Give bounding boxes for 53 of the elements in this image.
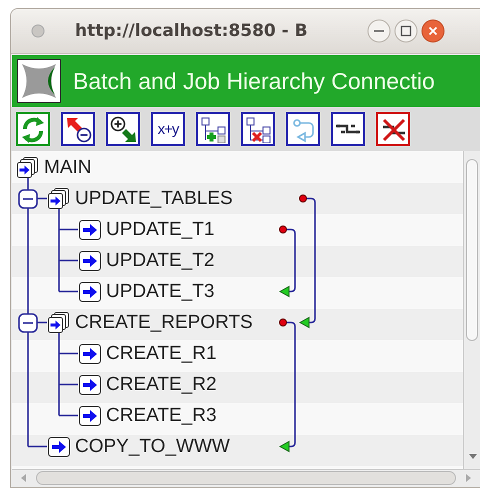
scrollbar-thumb[interactable] [466, 159, 478, 341]
delete-node-button[interactable] [241, 112, 275, 146]
arrow-box-icon [78, 404, 102, 426]
maximize-button[interactable] [394, 19, 418, 43]
plus-arrow-icon [109, 115, 137, 143]
app-title: Batch and Job Hierarchy Connectio [73, 68, 435, 94]
close-button[interactable] [421, 19, 445, 43]
arrow-box-icon [78, 342, 102, 364]
tree-item[interactable]: COPY_TO_WWW [75, 436, 230, 458]
tree-item[interactable]: UPDATE_TABLES [75, 188, 233, 210]
tree-item[interactable]: UPDATE_T2 [106, 250, 214, 272]
arrow-box-icon [78, 280, 102, 302]
arrow-box-icon [78, 250, 102, 272]
arrow-box-icon [78, 218, 102, 240]
arrow-minus-icon [64, 115, 92, 143]
link-start-dot[interactable] [299, 194, 307, 202]
link-start-dot[interactable] [279, 318, 287, 326]
remove-button[interactable] [61, 112, 95, 146]
stacked-pages-icon [16, 156, 40, 178]
tree-item[interactable]: CREATE_R1 [106, 342, 217, 364]
stacked-pages-icon [47, 312, 71, 334]
tree-plus-icon [199, 115, 227, 143]
tree-item[interactable]: CREATE_REPORTS [75, 312, 253, 334]
link-end-arrow[interactable] [298, 316, 310, 328]
brackets-icon [335, 123, 361, 135]
arrow-box-icon [78, 374, 102, 396]
link-end-arrow[interactable] [278, 286, 290, 298]
stacked-pages-icon [47, 188, 71, 210]
link-end-arrow[interactable] [278, 440, 290, 452]
tree-item[interactable]: UPDATE_T3 [106, 280, 214, 302]
tree-item[interactable]: MAIN [44, 156, 92, 178]
refresh-button[interactable] [16, 112, 50, 146]
scroll-down-icon[interactable] [467, 451, 479, 461]
horizontal-scrollbar[interactable] [12, 469, 480, 486]
collapse-toggle[interactable] [18, 312, 38, 332]
vertical-scrollbar[interactable] [463, 151, 480, 469]
arrow-box-icon [47, 436, 71, 458]
unlink-button[interactable] [331, 112, 365, 146]
link-start-dot[interactable] [279, 226, 287, 234]
link-line [286, 228, 296, 292]
delete-link-button[interactable] [376, 112, 410, 146]
window-title: http://localhost:8580 - B [75, 21, 309, 41]
collapse-toggle[interactable] [18, 188, 38, 208]
tree-item[interactable]: CREATE_R2 [106, 374, 217, 396]
tree-item[interactable]: CREATE_R3 [106, 404, 217, 426]
tree-item[interactable]: UPDATE_T1 [106, 218, 214, 240]
add-node-button[interactable] [196, 112, 230, 146]
scrollbar-thumb[interactable] [36, 471, 456, 485]
expression-button[interactable]: x+y [151, 112, 185, 146]
link-button[interactable] [286, 112, 320, 146]
logo-icon [17, 59, 61, 103]
add-button[interactable] [106, 112, 140, 146]
tree-cross-icon [244, 115, 272, 143]
